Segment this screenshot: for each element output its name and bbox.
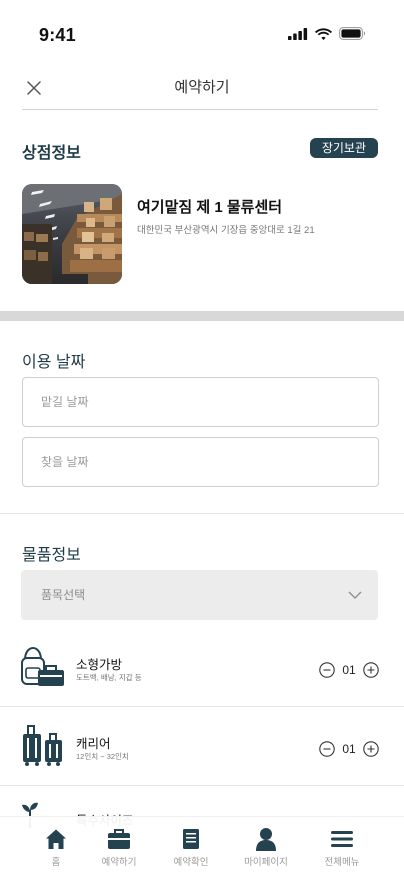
tab-label: 예약확인 — [173, 857, 209, 868]
cellular-signal-icon — [288, 27, 308, 40]
minus-icon[interactable] — [319, 662, 335, 678]
quantity-value: 01 — [342, 663, 356, 677]
page-title: 예약하기 — [174, 79, 230, 96]
tab-all-menu[interactable]: 전체메뉴 — [304, 827, 380, 868]
person-icon — [256, 828, 276, 851]
quantity-stepper: 01 — [319, 741, 379, 757]
store-address: 대한민국 부산광역시 기장읍 중앙대로 1길 21 — [137, 225, 315, 236]
store-thumbnail — [22, 184, 122, 284]
item-section-title: 물품정보 — [22, 547, 81, 564]
bottom-tab-bar: 홈 예약하기 예약확인 마이페이지 전체메뉴 — [0, 816, 404, 873]
item-name: 소형가방 — [76, 658, 123, 672]
menu-icon — [331, 831, 353, 847]
carrier-icon — [23, 725, 62, 766]
row-divider — [0, 706, 404, 707]
wifi-icon — [315, 27, 332, 40]
tab-reserve[interactable]: 예약하기 — [81, 827, 157, 868]
tab-reservation-check[interactable]: 예약확인 — [153, 827, 229, 868]
plus-icon[interactable] — [363, 662, 379, 678]
status-icons — [288, 27, 366, 40]
nav-divider — [22, 109, 378, 110]
tab-label: 마이페이지 — [244, 857, 288, 868]
status-bar: 9:41 — [0, 0, 404, 70]
small-bag-icon — [21, 646, 64, 686]
battery-icon — [339, 27, 366, 40]
quantity-value: 01 — [342, 742, 356, 756]
item-name: 캐리어 — [76, 737, 111, 751]
item-row: 소형가방 도트백, 배낭, 지갑 등 01 — [0, 630, 404, 710]
status-time: 9:41 — [39, 25, 76, 45]
select-placeholder: 품목선택 — [41, 588, 86, 602]
tab-label: 예약하기 — [101, 857, 137, 868]
dropoff-date-field[interactable]: 맡길 날짜 — [22, 377, 379, 427]
home-icon — [46, 829, 66, 849]
store-name: 여기맡짐 제 1 물류센터 — [137, 199, 283, 216]
plus-icon[interactable] — [363, 741, 379, 757]
quantity-stepper: 01 — [319, 662, 379, 678]
briefcase-icon — [108, 829, 130, 849]
store-section-title: 상점정보 — [22, 145, 81, 162]
row-divider — [0, 785, 404, 786]
storage-type-badge: 장기보관 — [309, 138, 378, 158]
nav-bar: 예약하기 — [0, 70, 404, 110]
item-row: 캐리어 12인치 ~ 32인치 01 — [0, 710, 404, 790]
item-category-select[interactable]: 품목선택 — [21, 570, 378, 620]
chevron-down-icon — [348, 591, 362, 599]
tab-label: 전체메뉴 — [324, 857, 360, 868]
minus-icon[interactable] — [319, 741, 335, 757]
item-description: 도트백, 배낭, 지갑 등 — [76, 673, 142, 682]
date-section-title: 이용 날짜 — [22, 354, 86, 371]
tab-my-page[interactable]: 마이페이지 — [228, 827, 304, 868]
warehouse-image — [22, 184, 122, 284]
section-divider — [0, 513, 404, 514]
book-icon — [183, 829, 199, 849]
pickup-date-field[interactable]: 찾을 날짜 — [22, 437, 379, 487]
section-divider — [0, 311, 404, 321]
item-description: 12인치 ~ 32인치 — [76, 752, 129, 761]
